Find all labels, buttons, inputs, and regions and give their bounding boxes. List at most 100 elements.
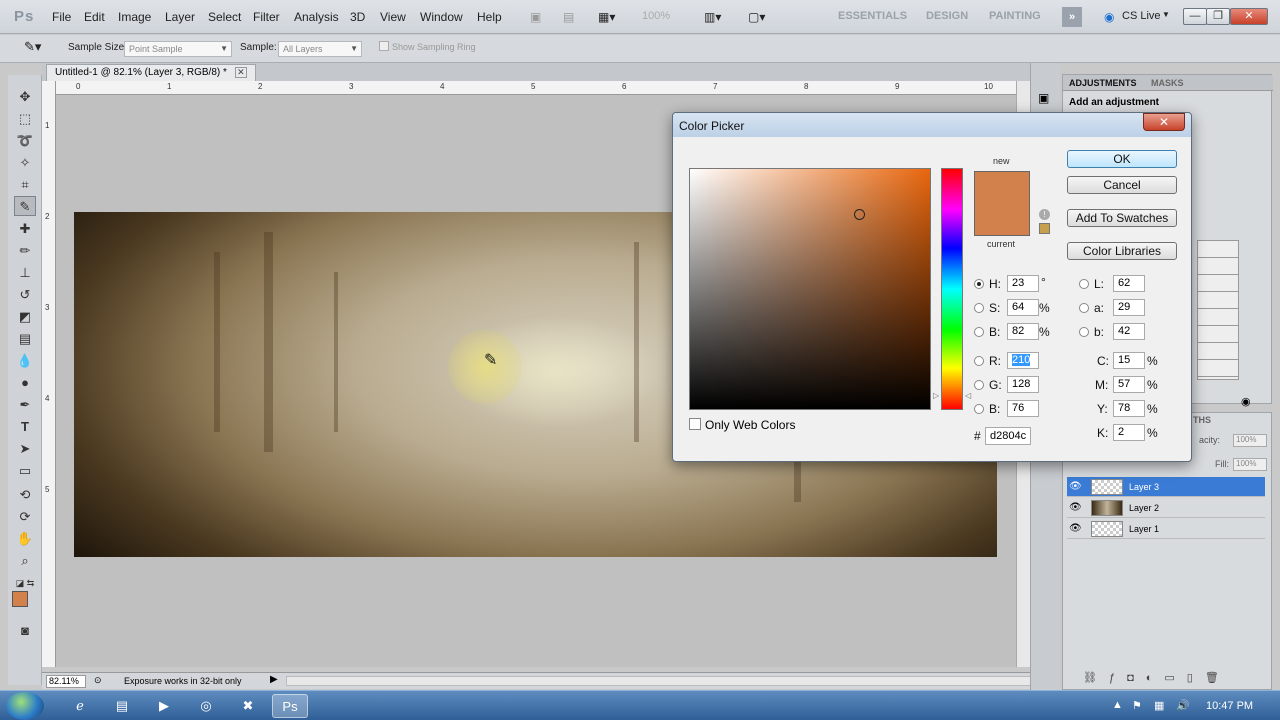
chrome-icon[interactable]: ◎ <box>188 694 224 718</box>
b-channel-radio[interactable] <box>1079 327 1089 337</box>
more-workspaces-icon[interactable]: » <box>1062 7 1082 27</box>
zoom-level-display[interactable]: 100% <box>642 10 670 22</box>
dialog-close-button[interactable]: ✕ <box>1143 113 1185 131</box>
cyan-input[interactable]: 15 <box>1113 352 1145 369</box>
path-selection-tool-icon[interactable]: ➤ <box>14 439 36 459</box>
cs-live-menu[interactable]: CS Live <box>1122 10 1161 22</box>
menu-3d[interactable]: 3D <box>350 10 365 24</box>
dialog-titlebar[interactable]: Color Picker ✕ <box>673 113 1191 137</box>
menu-image[interactable]: Image <box>118 10 151 24</box>
blue-input[interactable]: 76 <box>1007 400 1039 417</box>
menu-layer[interactable]: Layer <box>165 10 195 24</box>
eraser-tool-icon[interactable]: ◩ <box>14 307 36 327</box>
fill-input[interactable]: 100% <box>1233 458 1267 471</box>
mini-bridge-panel-icon[interactable]: ▣ <box>1038 91 1049 105</box>
a-channel-input[interactable]: 29 <box>1113 299 1145 316</box>
file-explorer-icon[interactable]: ▤ <box>104 694 140 718</box>
action-center-icon[interactable]: ⚑ <box>1132 699 1142 712</box>
shape-tool-icon[interactable]: ▭ <box>14 461 36 481</box>
close-window-button[interactable]: ✕ <box>1230 8 1268 25</box>
3d-rotate-tool-icon[interactable]: ⟲ <box>14 485 36 505</box>
blur-tool-icon[interactable]: 💧 <box>14 351 36 371</box>
eye-icon[interactable]: 👁 <box>1069 502 1082 513</box>
red-radio[interactable] <box>974 356 984 366</box>
3d-orbit-tool-icon[interactable]: ⟳ <box>14 507 36 527</box>
show-sampling-ring-checkbox[interactable] <box>379 41 389 51</box>
layers-footer-icons[interactable]: ⛓ƒ◘◐▭▯🗑 <box>1083 671 1231 684</box>
a-channel-radio[interactable] <box>1079 303 1089 313</box>
lightness-input[interactable]: 62 <box>1113 275 1145 292</box>
extras-icon[interactable]: ▦▾ <box>598 10 615 24</box>
layer-row[interactable]: 👁 Layer 1 <box>1067 519 1265 539</box>
healing-brush-tool-icon[interactable]: ✚ <box>14 219 36 239</box>
menu-analysis[interactable]: Analysis <box>294 10 339 24</box>
zoom-input[interactable]: 82.11% <box>46 675 86 688</box>
hex-input[interactable]: d2804c <box>985 427 1031 445</box>
screen-mode-icon[interactable]: ▢▾ <box>748 10 765 24</box>
tab-paths[interactable]: THS <box>1193 415 1211 425</box>
layer-row[interactable]: 👁 Layer 3 <box>1067 477 1265 497</box>
cs-live-chevron-icon[interactable]: ▼ <box>1162 10 1170 19</box>
start-button[interactable] <box>6 692 44 720</box>
gamut-color-swatch[interactable] <box>1039 223 1050 234</box>
hue-slider-right-arrow-icon[interactable]: ◁ <box>965 391 971 400</box>
eyedropper-preset-icon[interactable]: ✎▾ <box>24 39 41 55</box>
quick-mask-icon[interactable]: ◙ <box>14 621 36 641</box>
mini-bridge-icon[interactable]: ▤ <box>563 10 574 24</box>
menu-help[interactable]: Help <box>477 10 502 24</box>
menu-file[interactable]: File <box>52 10 71 24</box>
hand-tool-icon[interactable]: ✋ <box>14 529 36 549</box>
tray-expand-icon[interactable]: ▲ <box>1112 699 1123 711</box>
restore-button[interactable]: ❐ <box>1206 8 1230 25</box>
magenta-input[interactable]: 57 <box>1113 376 1145 393</box>
add-to-swatches-button[interactable]: Add To Swatches <box>1067 209 1177 227</box>
cancel-button[interactable]: Cancel <box>1067 176 1177 194</box>
history-brush-tool-icon[interactable]: ↺ <box>14 285 36 305</box>
network-icon[interactable]: ▦ <box>1154 699 1164 712</box>
close-icon[interactable]: ✕ <box>234 67 247 78</box>
type-tool-icon[interactable]: T <box>14 417 36 437</box>
green-radio[interactable] <box>974 380 984 390</box>
internet-explorer-icon[interactable]: ℯ <box>62 694 98 718</box>
opacity-input[interactable]: 100% <box>1233 434 1267 447</box>
hue-radio[interactable] <box>974 279 984 289</box>
eye-icon[interactable]: 👁 <box>1069 523 1082 534</box>
eye-icon[interactable]: 👁 <box>1069 481 1082 492</box>
document-tab[interactable]: Untitled-1 @ 82.1% (Layer 3, RGB/8) * ✕ <box>46 64 256 81</box>
menu-view[interactable]: View <box>380 10 406 24</box>
menu-select[interactable]: Select <box>208 10 241 24</box>
green-input[interactable]: 128 <box>1007 376 1039 393</box>
hue-slider[interactable] <box>941 168 963 410</box>
menu-filter[interactable]: Filter <box>253 10 280 24</box>
color-field-picker-circle[interactable] <box>854 209 865 220</box>
workspace-essentials[interactable]: ESSENTIALS <box>838 10 907 22</box>
arrange-documents-icon[interactable]: ▥▾ <box>704 10 721 24</box>
eyedropper-tool-icon[interactable]: ✎ <box>14 196 36 216</box>
saturation-radio[interactable] <box>974 303 984 313</box>
crop-tool-icon[interactable]: ⌗ <box>14 175 36 195</box>
horizontal-scrollbar[interactable] <box>286 676 1046 686</box>
saturation-input[interactable]: 64 <box>1007 299 1039 316</box>
media-player-icon[interactable]: ▶ <box>146 694 182 718</box>
gradient-tool-icon[interactable]: ▤ <box>14 329 36 349</box>
default-colors-icon[interactable]: ◪ ⇆ <box>14 573 36 593</box>
adjustment-presets-list[interactable] <box>1197 240 1239 380</box>
minimize-button[interactable]: — <box>1183 8 1207 25</box>
pen-tool-icon[interactable]: ✒ <box>14 395 36 415</box>
dodge-tool-icon[interactable]: ● <box>14 373 36 393</box>
current-color-swatch[interactable] <box>974 205 1030 236</box>
sample-size-select[interactable]: Point Sample ▼ <box>124 41 232 57</box>
camera-icon[interactable]: ◉ <box>1241 395 1251 408</box>
brightness-input[interactable]: 82 <box>1007 323 1039 340</box>
brightness-radio[interactable] <box>974 327 984 337</box>
hue-input[interactable]: 23 <box>1007 275 1039 292</box>
hue-slider-left-arrow-icon[interactable]: ▷ <box>933 391 939 400</box>
tab-masks[interactable]: MASKS <box>1151 78 1184 88</box>
zoom-tool-icon[interactable]: ⌕ <box>14 551 36 571</box>
brush-tool-icon[interactable]: ✏ <box>14 241 36 261</box>
move-tool-icon[interactable]: ✥ <box>14 87 36 107</box>
foreground-color-swatch[interactable] <box>12 591 28 607</box>
lightness-radio[interactable] <box>1079 279 1089 289</box>
layer-row[interactable]: 👁 Layer 2 <box>1067 498 1265 518</box>
black-input[interactable]: 2 <box>1113 424 1145 441</box>
